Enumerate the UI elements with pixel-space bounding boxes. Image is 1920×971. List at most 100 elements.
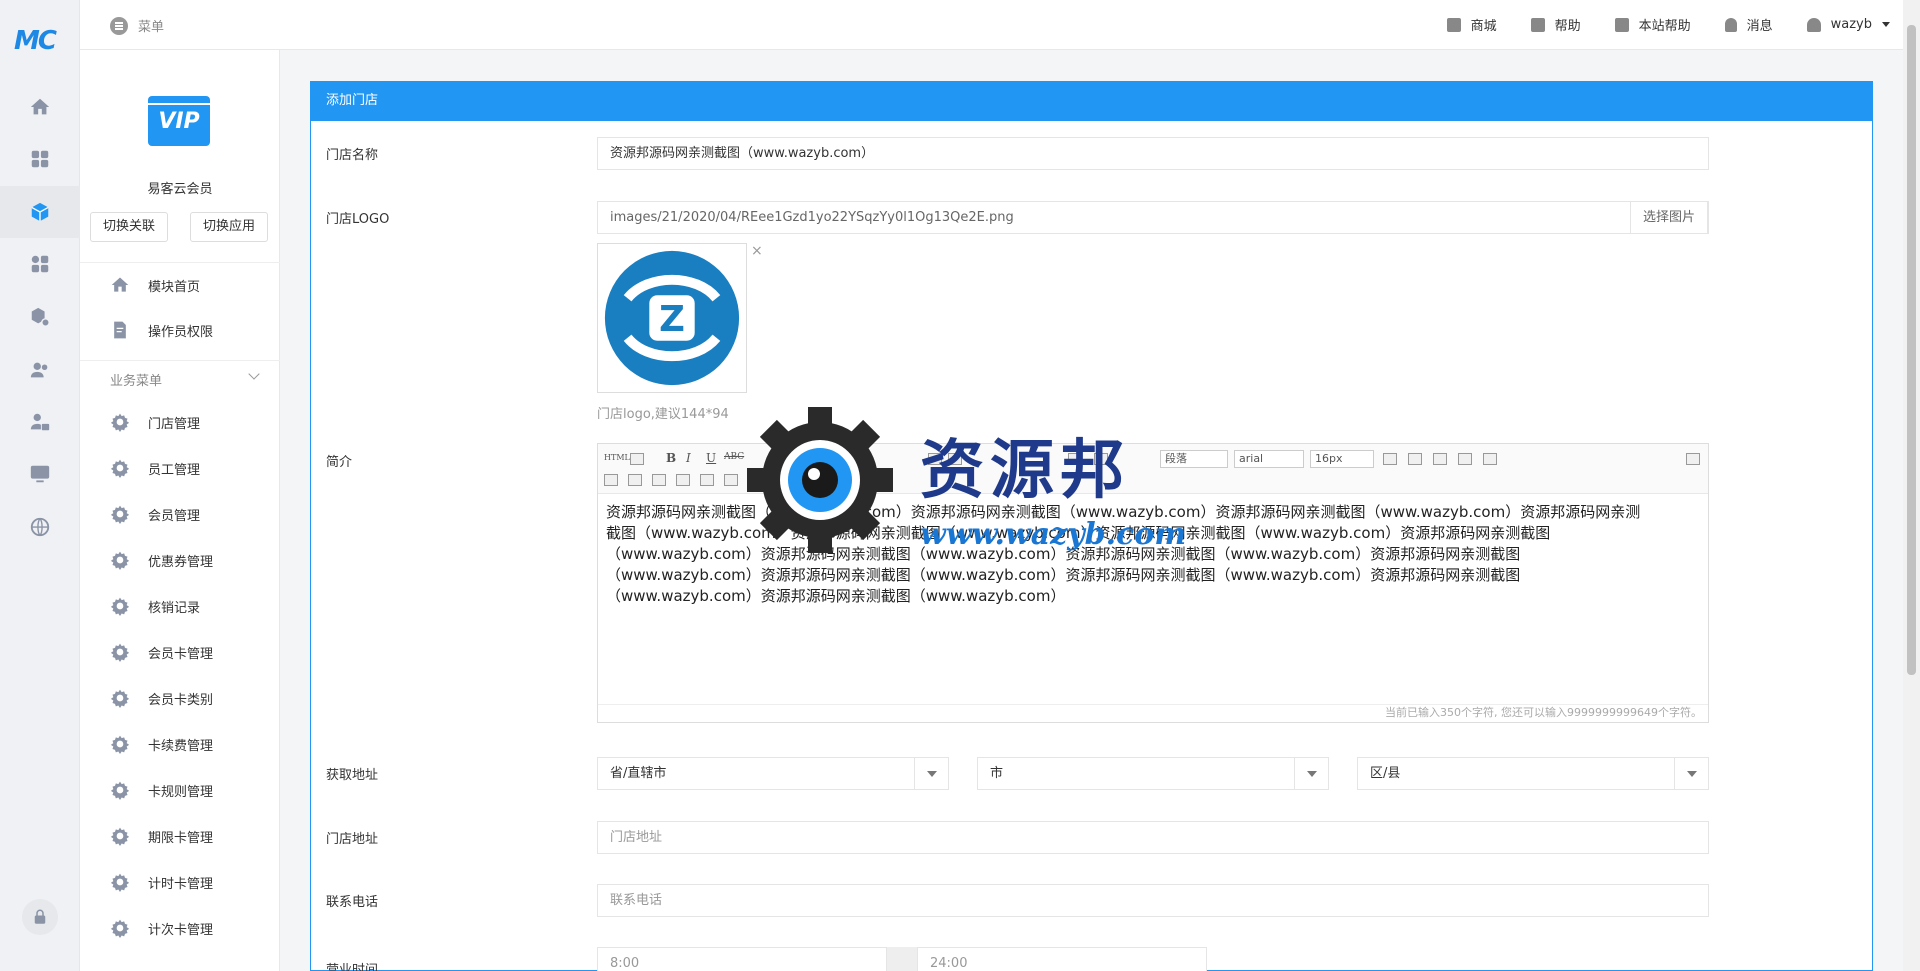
sidebar-item-business[interactable]: 计次卡管理 xyxy=(110,918,213,938)
sidebar-item-business[interactable]: 期限卡管理 xyxy=(110,826,213,846)
insert-col-icon[interactable] xyxy=(1433,453,1447,465)
store-name-input[interactable]: 资源邦源码网亲测截图（www.wazyb.com） xyxy=(597,137,1709,170)
menu-toggle[interactable]: 菜单 xyxy=(110,16,164,35)
nav-messages-label: 消息 xyxy=(1746,19,1773,34)
globe-icon[interactable] xyxy=(27,514,53,540)
preview-icon[interactable] xyxy=(630,453,644,465)
district-select[interactable]: 区/县 xyxy=(1357,757,1709,790)
sidebar-item-label: 操作员权限 xyxy=(148,324,214,340)
user-lock-icon[interactable] xyxy=(27,409,53,435)
insert-row-icon[interactable] xyxy=(1408,453,1422,465)
user-menu[interactable]: wazyb xyxy=(1806,17,1890,32)
svg-text:Z: Z xyxy=(659,299,685,340)
nav-store[interactable]: 商城 xyxy=(1446,15,1497,34)
remove-logo-button[interactable]: × xyxy=(751,243,763,259)
brand-logo[interactable]: MC xyxy=(14,26,64,56)
sidebar-item-label: 计次卡管理 xyxy=(148,922,214,938)
split-cells-icon[interactable] xyxy=(1483,453,1497,465)
nav-site-help-label: 本站帮助 xyxy=(1638,19,1691,34)
sidebar-item-business[interactable]: 门店管理 xyxy=(110,412,200,432)
watermark-title: 资源邦 xyxy=(920,433,1130,508)
sidebar-item-label: 卡续费管理 xyxy=(148,738,214,754)
editor-text-line: （www.wazyb.com）资源邦源码网亲测截图（www.wazyb.com） xyxy=(606,587,1066,605)
sidebar-item-business[interactable]: 员工管理 xyxy=(110,458,200,478)
monitor-icon[interactable] xyxy=(27,461,53,487)
app-name: 易客云会员 xyxy=(147,182,213,197)
package-settings-icon[interactable] xyxy=(27,304,53,330)
scrollbar-thumb[interactable] xyxy=(1907,25,1916,675)
sidebar-item-business[interactable]: 卡续费管理 xyxy=(110,734,213,754)
merge-cells-icon[interactable] xyxy=(1458,453,1472,465)
sidebar-item-business[interactable]: 会员卡类别 xyxy=(110,688,213,708)
sidebar-item-label: 会员卡类别 xyxy=(148,692,214,708)
fullscreen-icon[interactable] xyxy=(1686,453,1700,465)
italic-button[interactable]: I xyxy=(686,451,691,465)
html-source-button[interactable]: HTML xyxy=(604,453,630,462)
strikethrough-button[interactable]: ABC xyxy=(724,452,744,462)
doc-edit-icon xyxy=(114,321,126,339)
chevron-down-icon xyxy=(1882,22,1890,27)
page-scrollbar[interactable] xyxy=(1903,0,1920,971)
sidebar-item-business[interactable]: 会员卡管理 xyxy=(110,642,213,662)
switch-link-button[interactable]: 切换关联 xyxy=(90,212,169,242)
dashboard-icon[interactable] xyxy=(27,146,53,172)
users-icon[interactable] xyxy=(27,357,53,383)
anchor-icon[interactable] xyxy=(604,474,618,486)
store-name-label: 门店名称 xyxy=(326,148,379,163)
module-icon[interactable] xyxy=(0,186,80,238)
sidebar-item-permissions[interactable]: 操作员权限 xyxy=(110,320,213,340)
icon-rail: MC xyxy=(0,0,80,971)
nav-help[interactable]: 帮助 xyxy=(1530,15,1581,34)
bell-icon xyxy=(1724,17,1737,32)
nav-store-label: 商城 xyxy=(1470,19,1497,34)
attachment-icon[interactable] xyxy=(676,474,690,486)
gear-icon xyxy=(110,413,130,432)
table-icon[interactable] xyxy=(1383,453,1397,465)
home-icon[interactable] xyxy=(27,94,53,120)
underline-button[interactable]: U xyxy=(706,451,716,465)
choose-image-button[interactable]: 选择图片 xyxy=(1629,201,1708,234)
sidebar-item-business[interactable]: 计时卡管理 xyxy=(110,872,213,892)
app-logo: VIP xyxy=(148,96,210,146)
sidebar-item-business[interactable]: 会员管理 xyxy=(110,504,200,524)
nav-site-help[interactable]: 本站帮助 xyxy=(1614,15,1691,34)
video-icon[interactable] xyxy=(652,474,666,486)
lock-icon[interactable] xyxy=(22,899,58,935)
gear-icon xyxy=(110,505,130,524)
apps-icon[interactable] xyxy=(27,251,53,277)
city-select[interactable]: 市 xyxy=(977,757,1329,790)
sidebar-item-module-home[interactable]: 模块首页 xyxy=(110,275,200,295)
logo-path-input[interactable]: images/21/2020/04/REee1Gzd1yo22YSqzYy0l1… xyxy=(597,201,1709,234)
sidebar-item-label: 优惠券管理 xyxy=(148,554,214,570)
hours-end-input[interactable]: 24:00 xyxy=(917,947,1207,971)
top-nav: 商城 帮助 本站帮助 消息 wazyb xyxy=(1446,15,1890,34)
gear-icon xyxy=(110,781,130,800)
group-business-menu[interactable]: 业务菜单 xyxy=(110,368,270,389)
image-icon[interactable] xyxy=(628,474,642,486)
sidebar-item-business[interactable]: 卡规则管理 xyxy=(110,780,213,800)
logo-image: Z xyxy=(604,250,740,386)
switch-app-button[interactable]: 切换应用 xyxy=(190,212,269,242)
sidebar-item-business[interactable]: 优惠券管理 xyxy=(110,550,213,570)
province-select[interactable]: 省/直辖市 xyxy=(597,757,949,790)
gear-icon xyxy=(110,827,130,846)
watermark: 资源邦 www.wazyb.com xyxy=(745,405,1186,565)
chevron-down-icon xyxy=(914,758,948,789)
emoticon-icon[interactable] xyxy=(724,474,738,486)
sidebar-item-label: 会员卡管理 xyxy=(148,646,214,662)
sidebar-item-business[interactable]: 核销记录 xyxy=(110,596,200,616)
nav-messages[interactable]: 消息 xyxy=(1724,15,1773,34)
hours-start-input[interactable]: 8:00 xyxy=(597,947,887,971)
site-help-icon xyxy=(1614,17,1629,32)
module-sidebar: VIP 易客云会员 切换关联 切换应用 模块首页 操作员权限 业务菜单 门店管理… xyxy=(80,50,280,971)
phone-label: 联系电话 xyxy=(326,895,379,910)
menu-icon xyxy=(110,16,128,35)
map-icon[interactable] xyxy=(700,474,714,486)
font-family-select[interactable]: arial xyxy=(1234,450,1304,468)
home-icon xyxy=(111,277,129,292)
store-address-input[interactable]: 门店地址 xyxy=(597,821,1709,854)
bold-button[interactable]: B xyxy=(666,451,676,465)
font-size-select[interactable]: 16px xyxy=(1310,450,1374,468)
phone-input[interactable]: 联系电话 xyxy=(597,884,1709,917)
help-icon xyxy=(1530,17,1545,32)
